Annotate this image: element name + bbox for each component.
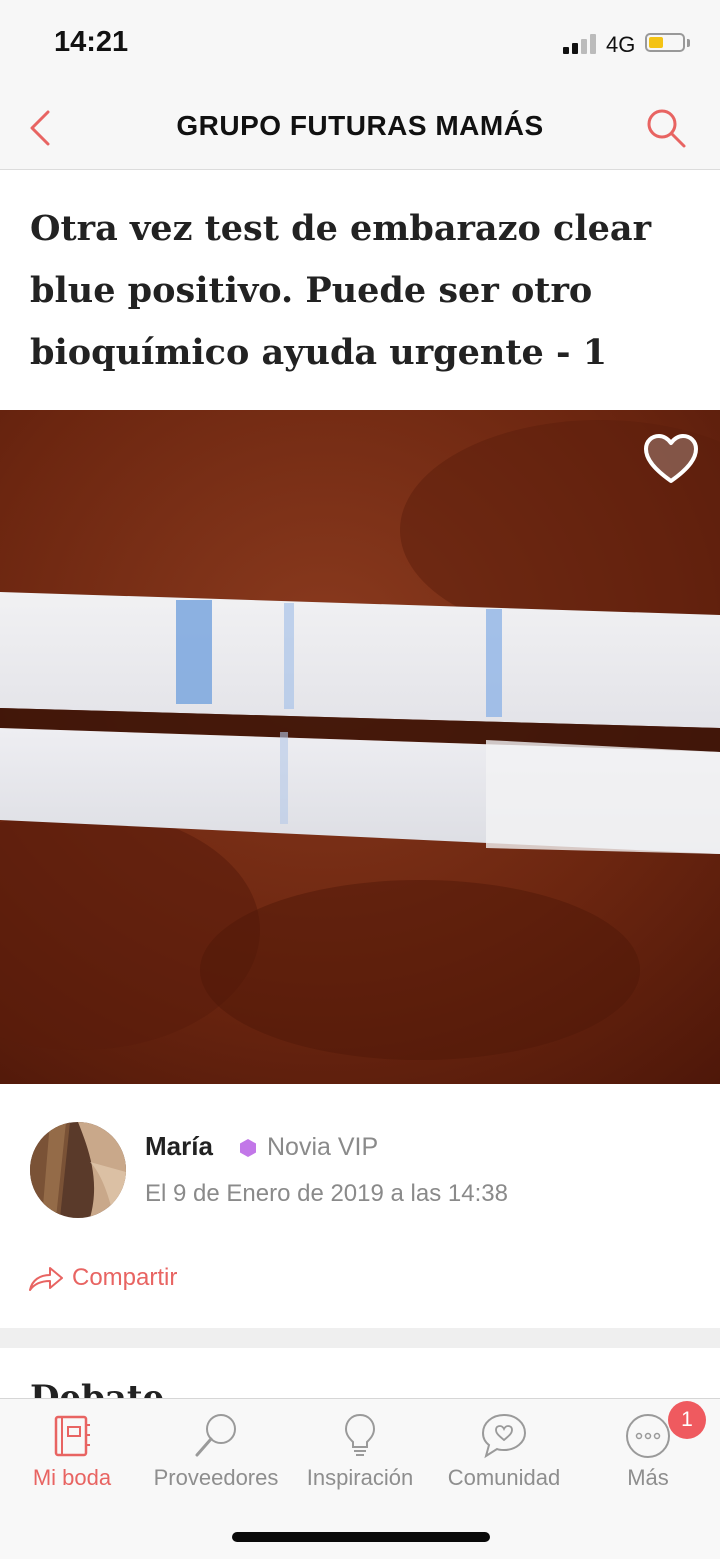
notification-badge: 1 [668, 1401, 706, 1439]
home-indicator[interactable] [232, 1532, 490, 1542]
tab-label: Proveedores [153, 1465, 279, 1490]
vip-badge-icon [240, 1139, 256, 1157]
post-photo[interactable] [0, 410, 720, 1084]
notebook-icon [54, 1415, 90, 1457]
share-label: Compartir [72, 1264, 178, 1291]
heart-icon[interactable] [643, 433, 699, 485]
avatar-photo [30, 1122, 126, 1218]
network-type: 4G [606, 32, 636, 57]
lightbulb-icon [344, 1413, 376, 1456]
author-badge: Novia VIP [267, 1133, 379, 1161]
author-name[interactable]: María [145, 1131, 213, 1162]
chat-heart-icon [481, 1413, 527, 1459]
status-bar: 14:21 4G [0, 0, 720, 90]
search-icon[interactable] [644, 106, 688, 150]
battery-tip [687, 39, 690, 47]
post-title: Otra vez test de embarazo clear blue pos… [30, 208, 652, 373]
signal-icon [563, 34, 596, 54]
tab-label: Mi boda [32, 1465, 112, 1490]
page-title: GRUPO FUTURAS MAMÁS [176, 110, 544, 141]
pregnancy-test-photo [0, 410, 720, 1084]
tab-label: Más [627, 1465, 669, 1490]
tab-proveedores[interactable]: Proveedores [144, 1399, 288, 1509]
nav-bar: GRUPO FUTURAS MAMÁS [0, 90, 720, 170]
share-arrow-icon [29, 1267, 63, 1291]
tab-mi-boda[interactable]: Mi boda [0, 1399, 144, 1509]
magnifier-icon [195, 1414, 236, 1457]
tab-inspiracion[interactable]: Inspiración [288, 1399, 432, 1509]
tab-label: Inspiración [306, 1465, 414, 1490]
tab-label: Comunidad [447, 1465, 561, 1490]
post-date: El 9 de Enero de 2019 a las 14:38 [145, 1180, 508, 1207]
avatar[interactable] [30, 1122, 126, 1218]
battery-icon [645, 33, 685, 52]
tab-comunidad[interactable]: Comunidad [432, 1399, 576, 1509]
more-dots-icon [626, 1414, 670, 1458]
status-time: 14:21 [54, 26, 129, 58]
section-divider [0, 1328, 720, 1348]
